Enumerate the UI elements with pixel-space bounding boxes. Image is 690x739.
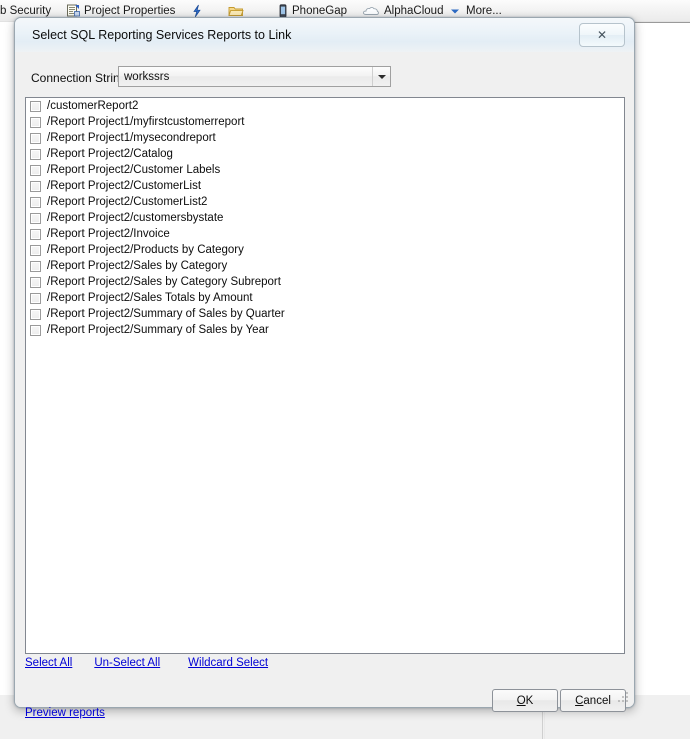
report-list-item-label: /Report Project2/Sales by Category	[47, 260, 228, 272]
report-list-item[interactable]: /Report Project2/Sales Totals by Amount	[26, 290, 624, 306]
folder-icon	[228, 4, 244, 18]
report-list-item-label: /Report Project2/Customer Labels	[47, 164, 221, 176]
grip-dot	[626, 700, 628, 702]
grip-dot	[618, 700, 620, 702]
report-list-item[interactable]: /Report Project2/Summary of Sales by Qua…	[26, 306, 624, 322]
ok-suffix: K	[525, 694, 534, 707]
grip-dot	[626, 692, 628, 694]
ok-button[interactable]: OK	[492, 689, 558, 712]
checkbox-icon[interactable]	[30, 276, 41, 288]
connection-string-combobox[interactable]: workssrs	[118, 66, 391, 87]
checkbox-icon[interactable]	[30, 164, 41, 176]
checkbox-icon[interactable]	[30, 260, 41, 272]
checkbox-icon[interactable]	[30, 132, 41, 144]
report-list-item-label: /customerReport2	[47, 100, 139, 112]
checkbox-icon[interactable]	[30, 324, 41, 336]
select-reports-dialog: Select SQL Reporting Services Reports to…	[14, 17, 635, 719]
checkbox-icon[interactable]	[30, 292, 41, 304]
report-list-item[interactable]: /Report Project2/Products by Category	[26, 242, 624, 258]
report-list-item[interactable]: /Report Project2/Customer Labels	[26, 162, 624, 178]
report-list-item-label: /Report Project2/Catalog	[47, 148, 173, 160]
preview-reports-link[interactable]: Preview reports	[25, 707, 105, 719]
report-list-item-label: /Report Project1/myfirstcustomerreport	[47, 116, 245, 128]
report-list-item[interactable]: /Report Project2/Catalog	[26, 146, 624, 162]
report-list-item[interactable]: /customerReport2	[26, 98, 624, 114]
cloud-icon	[362, 4, 380, 18]
report-list-item[interactable]: /Report Project2/Sales by Category	[26, 258, 624, 274]
report-list-item-label: /Report Project2/CustomerList	[47, 180, 202, 192]
close-button[interactable]: ✕	[579, 23, 625, 47]
grip-dot	[622, 700, 624, 702]
connection-string-label: Connection String:	[31, 71, 130, 85]
report-list-item[interactable]: /Report Project2/Invoice	[26, 226, 624, 242]
report-list-item[interactable]: /Report Project1/mysecondreport	[26, 130, 624, 146]
connection-string-row: Connection String:	[31, 71, 130, 85]
report-list-item[interactable]: /Report Project2/CustomerList	[26, 178, 624, 194]
checkbox-icon[interactable]	[30, 148, 41, 160]
combo-arrow-button[interactable]	[372, 67, 390, 86]
report-list[interactable]: /customerReport2/Report Project1/myfirst…	[25, 97, 625, 654]
checkbox-icon[interactable]	[30, 180, 41, 192]
chevron-down-icon	[448, 4, 462, 18]
report-list-item-label: /Report Project2/Sales Totals by Amount	[47, 292, 253, 304]
cancel-button-label: Cancel	[575, 695, 611, 707]
screen: b Security Project Properties PhoneGap A…	[0, 0, 690, 739]
checkbox-icon[interactable]	[30, 228, 41, 240]
dialog-title: Select SQL Reporting Services Reports to…	[32, 28, 292, 42]
report-list-item-label: /Report Project2/Summary of Sales by Yea…	[47, 324, 269, 336]
report-list-item-label: /Report Project1/mysecondreport	[47, 132, 216, 144]
report-list-item-label: /Report Project2/CustomerList2	[47, 196, 208, 208]
un-select-all-link[interactable]: Un-Select All	[94, 657, 160, 669]
report-list-item[interactable]: /Report Project2/CustomerList2	[26, 194, 624, 210]
report-list-item[interactable]: /Report Project2/customersbystate	[26, 210, 624, 226]
report-list-item-label: /Report Project2/Summary of Sales by Qua…	[47, 308, 285, 320]
checkbox-icon[interactable]	[30, 244, 41, 256]
checkbox-icon[interactable]	[30, 196, 41, 208]
connection-string-value: workssrs	[124, 70, 170, 83]
grip-dot	[622, 696, 624, 698]
phone-icon	[278, 4, 288, 18]
checkbox-icon[interactable]	[30, 116, 41, 128]
close-icon: ✕	[596, 28, 608, 42]
report-list-item[interactable]: /Report Project2/Sales by Category Subre…	[26, 274, 624, 290]
wildcard-select-link[interactable]: Wildcard Select	[188, 657, 268, 669]
dialog-body: Connection String: workssrs /customerRep…	[15, 52, 634, 719]
cancel-button[interactable]: Cancel	[560, 689, 626, 712]
checkbox-icon[interactable]	[30, 100, 41, 112]
report-list-item[interactable]: /Report Project2/Summary of Sales by Yea…	[26, 322, 624, 338]
lightning-icon	[190, 4, 204, 18]
report-list-item[interactable]: /Report Project1/myfirstcustomerreport	[26, 114, 624, 130]
report-list-item-label: /Report Project2/Invoice	[47, 228, 170, 240]
report-list-item-label: /Report Project2/Sales by Category Subre…	[47, 276, 281, 288]
ok-button-label: OK	[517, 695, 534, 707]
resize-grip[interactable]	[618, 692, 630, 704]
selection-links: Select All Un-Select All Wildcard Select	[25, 657, 268, 669]
select-all-link[interactable]: Select All	[25, 657, 72, 669]
report-list-item-label: /Report Project2/Products by Category	[47, 244, 244, 256]
checkbox-icon[interactable]	[30, 308, 41, 320]
chevron-down-icon	[377, 74, 386, 79]
checkbox-icon[interactable]	[30, 212, 41, 224]
ok-mnemonic: O	[516, 694, 526, 707]
dialog-title-bar[interactable]: Select SQL Reporting Services Reports to…	[15, 18, 634, 52]
properties-icon	[66, 4, 80, 18]
report-list-item-label: /Report Project2/customersbystate	[47, 212, 224, 224]
grip-dot	[626, 696, 628, 698]
cancel-suffix: ancel	[583, 694, 611, 707]
